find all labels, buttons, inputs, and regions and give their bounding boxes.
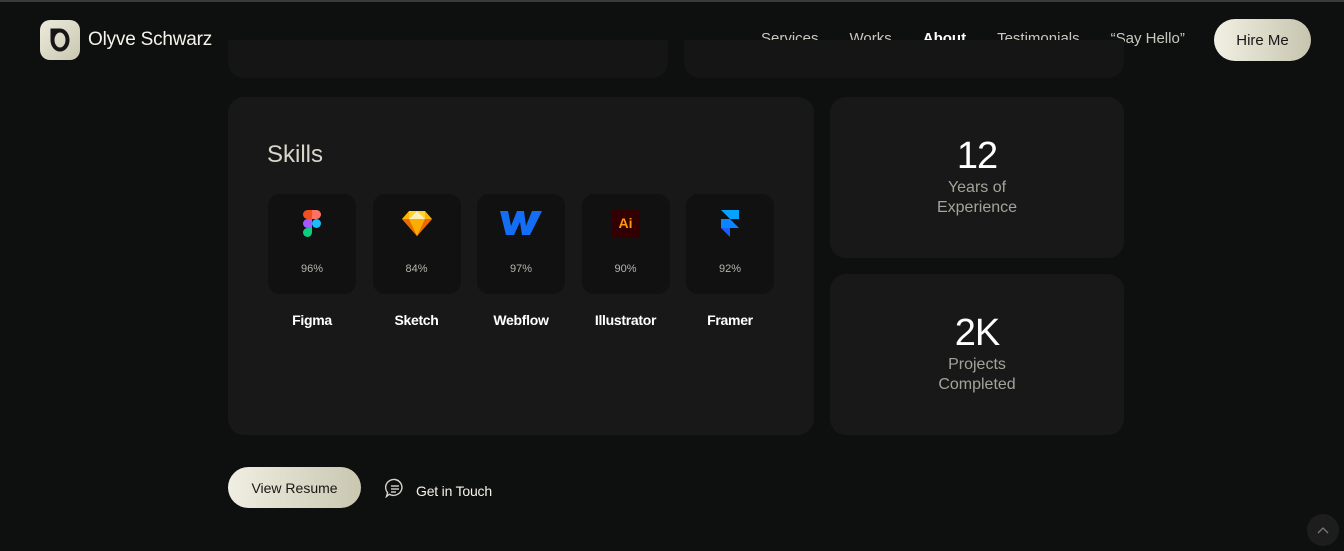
skills-card: Skills 96% Figma 84% Sketch 97% Webflow … bbox=[228, 97, 814, 435]
stat-value: 2K bbox=[954, 312, 1000, 354]
framer-icon bbox=[715, 208, 745, 238]
skills-title: Skills bbox=[267, 141, 324, 168]
illustrator-icon-text: Ai bbox=[618, 215, 633, 231]
stat-label: Projects Completed bbox=[938, 356, 1016, 393]
skill-percent: 92% bbox=[718, 263, 742, 275]
skill-item-framer: 92% Framer bbox=[686, 194, 774, 328]
stat-value: 12 bbox=[956, 135, 998, 177]
skill-name: Figma bbox=[292, 312, 332, 328]
brand-name: Olyve Schwarz bbox=[88, 29, 213, 50]
skill-tile-webflow[interactable]: 97% bbox=[477, 194, 565, 294]
view-resume-button[interactable]: View Resume bbox=[228, 467, 361, 508]
skill-name: Illustrator bbox=[594, 312, 657, 328]
site-header: Olyve Schwarz Services Works About Testi… bbox=[0, 2, 1344, 78]
skill-name: Framer bbox=[707, 312, 753, 328]
scroll-to-top-button[interactable] bbox=[1307, 514, 1339, 546]
skills-list: 96% Figma 84% Sketch 97% Webflow Ai 90% … bbox=[268, 194, 791, 328]
skill-tile-framer[interactable]: 92% bbox=[686, 194, 774, 294]
skill-name: Sketch bbox=[394, 312, 439, 328]
stat-card-experience: 12 Years of Experience bbox=[830, 97, 1124, 258]
chevron-up-icon bbox=[1317, 521, 1329, 539]
skill-item-figma: 96% Figma bbox=[268, 194, 356, 328]
sketch-icon bbox=[401, 208, 432, 238]
brand-logo[interactable]: Olyve Schwarz bbox=[40, 20, 212, 60]
previous-card-left bbox=[228, 40, 668, 78]
skill-percent: 97% bbox=[509, 263, 533, 275]
skill-item-illustrator: Ai 90% Illustrator bbox=[581, 194, 670, 328]
webflow-icon bbox=[499, 208, 543, 238]
logo-mark-icon bbox=[40, 20, 80, 60]
skill-percent: 96% bbox=[300, 263, 324, 275]
skill-tile-illustrator[interactable]: Ai 90% bbox=[581, 194, 670, 294]
hire-me-button[interactable]: Hire Me bbox=[1214, 19, 1311, 61]
skill-percent: 90% bbox=[614, 263, 637, 275]
get-in-touch-label: Get in Touch bbox=[416, 482, 492, 499]
stat-label: Years of Experience bbox=[936, 179, 1018, 216]
skill-tile-sketch[interactable]: 84% bbox=[372, 194, 461, 294]
stat-card-projects: 2K Projects Completed bbox=[830, 274, 1124, 435]
illustrator-icon: Ai bbox=[611, 208, 641, 238]
skill-tile-figma[interactable]: 96% bbox=[268, 194, 356, 294]
skill-item-sketch: 84% Sketch bbox=[372, 194, 461, 328]
figma-icon bbox=[297, 208, 327, 238]
get-in-touch-link[interactable]: Get in Touch bbox=[384, 478, 492, 503]
skill-item-webflow: 97% Webflow bbox=[477, 194, 565, 328]
chat-bubble-icon bbox=[384, 478, 405, 503]
previous-card-right bbox=[684, 40, 1124, 78]
skill-name: Webflow bbox=[493, 312, 549, 328]
skill-percent: 84% bbox=[405, 263, 428, 275]
